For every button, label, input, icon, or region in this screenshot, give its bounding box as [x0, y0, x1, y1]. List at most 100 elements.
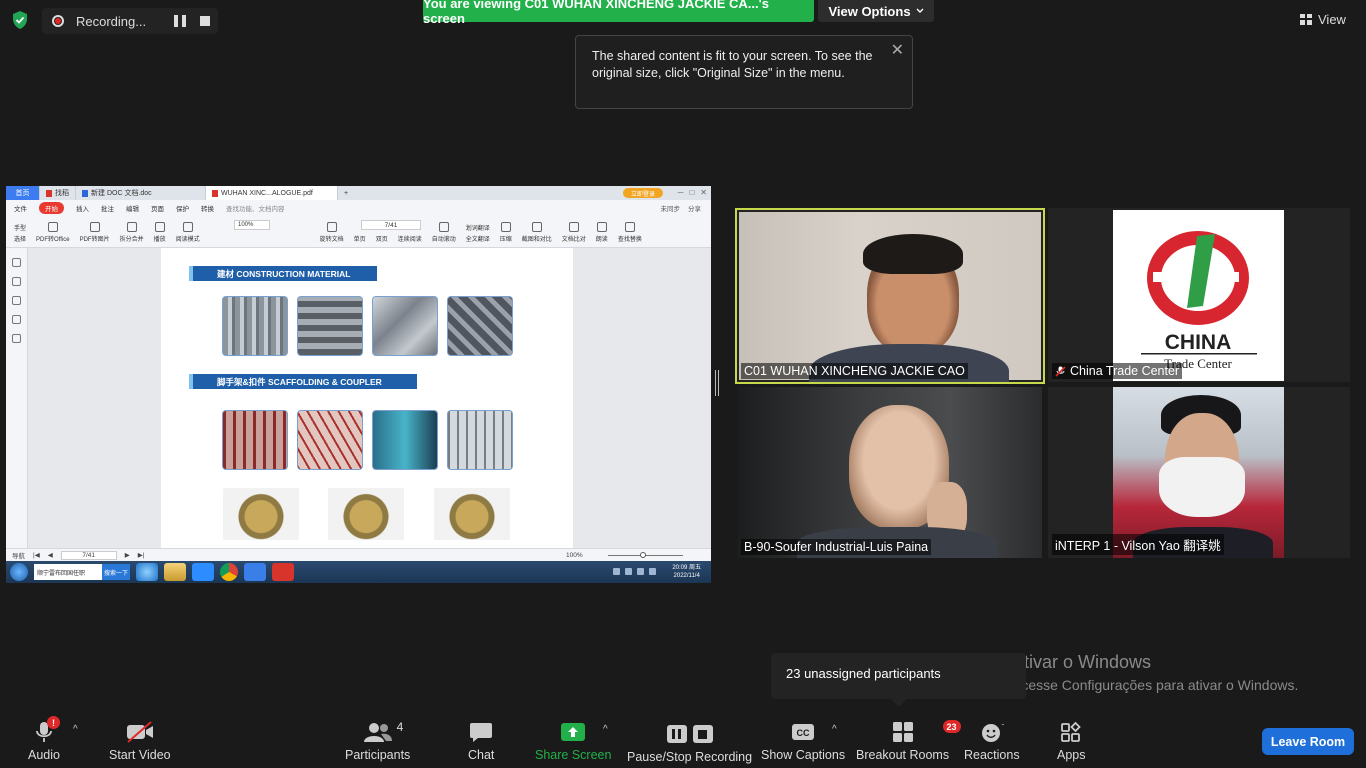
- participants-button[interactable]: 4 Participants: [345, 720, 410, 762]
- audio-button[interactable]: ! Audio: [28, 716, 60, 762]
- zoom-slider-handle[interactable]: [640, 552, 646, 558]
- comment-icon[interactable]: [12, 296, 21, 305]
- taskbar-search-button[interactable]: 搜索一下: [102, 564, 130, 580]
- tool-compress[interactable]: 压缩: [500, 222, 512, 243]
- prev-page-icon[interactable]: ◀: [48, 551, 53, 559]
- tool-play[interactable]: 播放: [154, 222, 166, 243]
- convert-icon: [47, 222, 58, 232]
- section-title: 建材 CONSTRUCTION MATERIAL: [217, 268, 351, 279]
- wps-tab-bar: 首页 找稻 新建 DOC 文档.doc WUHAN XINC...ALOGUE.…: [6, 186, 711, 200]
- feishu-icon[interactable]: [244, 563, 266, 581]
- tool-double-page[interactable]: 双页: [376, 234, 388, 243]
- share-options-caret[interactable]: ^: [603, 724, 608, 735]
- ie-icon[interactable]: [136, 563, 158, 581]
- tray-icon[interactable]: [625, 568, 632, 575]
- taskbar-search[interactable]: 顺宁雷布回国任职 搜索一下: [34, 564, 130, 580]
- video-tile[interactable]: B-90-Soufer Industrial-Luis Paina: [737, 387, 1042, 558]
- tool-rotate[interactable]: 旋转文档: [320, 222, 344, 243]
- network-icon[interactable]: [649, 568, 656, 575]
- video-tile[interactable]: iNTERP 1 - Vilson Yao 翻译姚: [1048, 387, 1350, 558]
- menu-convert[interactable]: 转换: [201, 203, 214, 213]
- view-options-button[interactable]: View Options: [818, 0, 934, 22]
- video-tile[interactable]: CHINA Trade Center China Trade Center: [1048, 208, 1350, 382]
- participant-hair: [863, 234, 963, 274]
- close-icon[interactable]: ✕: [700, 188, 707, 197]
- recording-label: Recording...: [76, 13, 147, 29]
- bookmark-icon[interactable]: [12, 258, 21, 267]
- maximize-icon[interactable]: □: [689, 188, 694, 197]
- menu-file[interactable]: 文件: [14, 203, 27, 213]
- sync-status[interactable]: 未同步: [661, 203, 681, 213]
- last-page-icon[interactable]: ▶|: [138, 551, 145, 559]
- video-tile-active-speaker[interactable]: C01 WUHAN XINCHENG JACKIE CAO: [735, 208, 1045, 384]
- tool-compare[interactable]: 文档比对: [562, 222, 586, 243]
- pdf-viewport[interactable]: 建材 CONSTRUCTION MATERIAL 脚手架&扣件 SCAFFOLD…: [6, 248, 711, 548]
- taskbar-clock[interactable]: 20:09 周五 2022/11/4: [672, 564, 701, 580]
- menu-annotate[interactable]: 批注: [101, 203, 114, 213]
- first-page-icon[interactable]: |◀: [33, 551, 40, 559]
- menu-start[interactable]: 开始: [39, 202, 64, 214]
- tool-read-aloud[interactable]: 朗读: [596, 222, 608, 243]
- attachment-icon[interactable]: [12, 315, 21, 324]
- word-doc-icon: [82, 189, 88, 197]
- encryption-shield-icon[interactable]: [10, 10, 30, 30]
- pause-recording-icon[interactable]: [174, 15, 186, 27]
- rotate-icon: [326, 222, 337, 232]
- tool-translate[interactable]: 划词翻译 全文翻译: [466, 223, 490, 243]
- tool-find-replace[interactable]: 查找替换: [618, 222, 642, 243]
- tool-continuous[interactable]: 连续阅读: [398, 234, 422, 243]
- reactions-button[interactable]: + Reactions: [964, 720, 1020, 762]
- stamp-icon[interactable]: [12, 334, 21, 343]
- volume-icon[interactable]: [637, 568, 644, 575]
- share-link[interactable]: 分享: [688, 203, 701, 213]
- tool-auto-scroll[interactable]: 自动滚动: [432, 222, 456, 243]
- tab-home[interactable]: 首页: [6, 186, 40, 200]
- close-icon[interactable]: ✕: [891, 42, 904, 59]
- minimize-icon[interactable]: ─: [678, 188, 684, 197]
- thumbnail-icon[interactable]: [12, 277, 21, 286]
- menu-page[interactable]: 页面: [151, 203, 164, 213]
- navigation-toggle[interactable]: 导航: [12, 550, 25, 560]
- leave-room-button[interactable]: Leave Room: [1262, 728, 1354, 755]
- menu-protect[interactable]: 保护: [176, 203, 189, 213]
- tool-single-page[interactable]: 单页: [354, 234, 366, 243]
- tool-screenshot[interactable]: 截图和对比: [522, 222, 552, 243]
- tray-icon[interactable]: [613, 568, 620, 575]
- pause-stop-recording-button[interactable]: Pause/Stop Recording: [627, 722, 752, 764]
- status-page-input[interactable]: 7/41: [60, 550, 117, 560]
- chrome-icon[interactable]: [220, 563, 238, 581]
- tool-pdf-to-office[interactable]: PDF转Office: [36, 222, 70, 243]
- chat-button[interactable]: Chat: [468, 720, 494, 762]
- start-video-button[interactable]: Start Video: [109, 720, 171, 762]
- wps-app-icon[interactable]: [272, 563, 294, 581]
- tab-zhaodao[interactable]: 找稻: [40, 186, 76, 200]
- reactions-label: Reactions: [964, 748, 1020, 762]
- tool-split-merge[interactable]: 拆分合并: [120, 222, 144, 243]
- new-tab-button[interactable]: +: [338, 186, 354, 200]
- tool-hand[interactable]: 手型 选择: [14, 223, 26, 243]
- stop-recording-icon[interactable]: [200, 16, 210, 26]
- page-number-input[interactable]: 7/41: [361, 220, 421, 230]
- tool-reading-mode[interactable]: 阅读模式: [176, 222, 200, 243]
- view-button[interactable]: View: [1300, 8, 1360, 30]
- zoom-app-icon[interactable]: [192, 563, 214, 581]
- menu-insert[interactable]: 插入: [76, 203, 89, 213]
- breakout-rooms-button[interactable]: 23 Breakout Rooms: [856, 720, 961, 762]
- captions-options-caret[interactable]: ^: [832, 724, 837, 735]
- tab-new-doc[interactable]: 新建 DOC 文档.doc: [76, 186, 206, 200]
- menu-edit[interactable]: 编辑: [126, 203, 139, 213]
- split-resize-handle[interactable]: [715, 370, 719, 396]
- next-page-icon[interactable]: ▶: [125, 551, 130, 559]
- audio-options-caret[interactable]: ^: [73, 724, 78, 735]
- shared-screen[interactable]: 首页 找稻 新建 DOC 文档.doc WUHAN XINC...ALOGUE.…: [6, 186, 711, 583]
- start-video-label: Start Video: [109, 748, 171, 762]
- share-screen-button[interactable]: Share Screen: [535, 720, 611, 762]
- tab-pdf-catalogue[interactable]: WUHAN XINC...ALOGUE.pdf: [206, 186, 338, 200]
- tool-pdf-to-image[interactable]: PDF转图片: [80, 222, 110, 243]
- windows-start-icon[interactable]: [10, 563, 28, 581]
- login-badge[interactable]: 立即登录: [623, 188, 663, 198]
- zoom-select[interactable]: 100%: [234, 220, 270, 230]
- wps-search-input[interactable]: 查找功能、文档内容: [226, 203, 285, 213]
- apps-button[interactable]: Apps: [1057, 720, 1086, 762]
- folder-icon[interactable]: [164, 563, 186, 581]
